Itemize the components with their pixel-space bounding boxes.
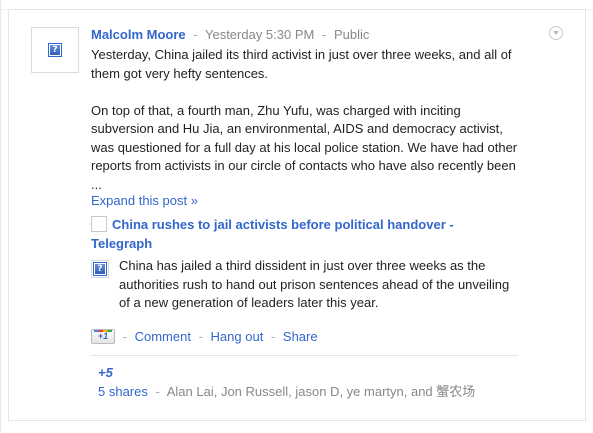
broken-image-icon: ? xyxy=(93,262,107,276)
plusone-button[interactable]: +1 xyxy=(91,328,115,344)
shares-summary: 5 shares - Alan Lai, Jon Russell, jason … xyxy=(98,383,475,401)
plusone-count[interactable]: +5 xyxy=(98,365,113,381)
separator: - xyxy=(155,384,160,399)
broken-image-icon: ? xyxy=(48,43,62,57)
frame-edge-left xyxy=(0,0,1,433)
separator: - xyxy=(122,329,127,344)
separator: - xyxy=(193,27,198,42)
post-paragraph: Yesterday, China jailed its third activi… xyxy=(91,47,512,81)
attachment-thumbnail[interactable]: ? xyxy=(91,260,109,278)
separator: - xyxy=(198,329,203,344)
separator: - xyxy=(270,329,276,344)
action-bar: +1 - Comment - Hang out - Share xyxy=(91,328,318,346)
visibility-label[interactable]: Public xyxy=(334,27,369,42)
sharers-list: Alan Lai, Jon Russell, jason D, ye marty… xyxy=(166,384,476,399)
author-avatar[interactable]: ? xyxy=(31,27,79,73)
share-link[interactable]: Share xyxy=(283,329,318,344)
post-timestamp[interactable]: Yesterday 5:30 PM xyxy=(205,27,314,42)
separator: - xyxy=(321,27,327,42)
shares-count-link[interactable]: 5 shares xyxy=(98,384,148,399)
divider xyxy=(91,355,518,356)
attachment-description: China has jailed a third dissident in ju… xyxy=(119,258,510,310)
hangout-link[interactable]: Hang out xyxy=(211,329,264,344)
expand-post-link[interactable]: Expand this post » xyxy=(91,192,198,210)
post-options-button[interactable] xyxy=(549,26,563,40)
author-name[interactable]: Malcolm Moore xyxy=(91,27,186,42)
attachment-title-link[interactable]: China rushes to jail activists before po… xyxy=(91,215,511,253)
post-body: Yesterday, China jailed its third activi… xyxy=(91,46,521,194)
post-header: Malcolm Moore - Yesterday 5:30 PM - Publ… xyxy=(91,26,369,44)
comment-link[interactable]: Comment xyxy=(135,329,191,344)
post-paragraph: On top of that, a fourth man, Zhu Yufu, … xyxy=(91,102,518,192)
